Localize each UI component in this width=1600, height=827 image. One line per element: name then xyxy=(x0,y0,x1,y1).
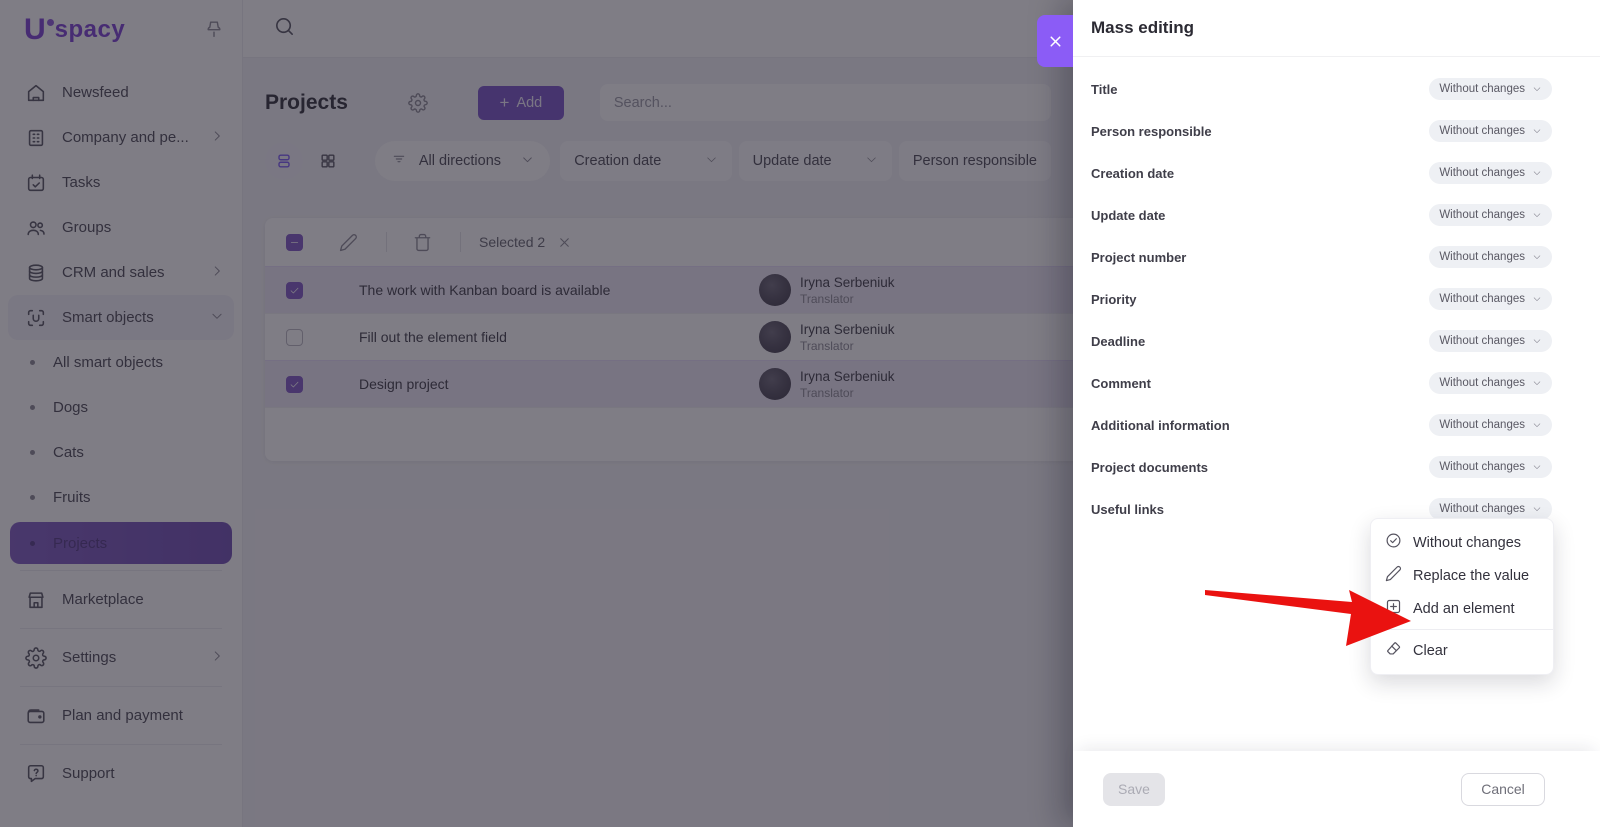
menu-item-label: Clear xyxy=(1413,643,1448,659)
field-row-project-number: Project number Without changes xyxy=(1091,236,1552,278)
menu-item-replace-the-value[interactable]: Replace the value xyxy=(1371,559,1553,592)
field-label: Deadline xyxy=(1091,334,1145,349)
field-label: Useful links xyxy=(1091,502,1164,517)
field-label: Project documents xyxy=(1091,460,1208,475)
field-row-project-documents: Project documents Without changes xyxy=(1091,446,1552,488)
divider xyxy=(1371,629,1553,630)
mass-editing-panel: Mass editing Title Without changes Perso… xyxy=(1073,0,1600,827)
panel-title: Mass editing xyxy=(1073,0,1600,57)
panel-footer: Save Cancel xyxy=(1073,751,1600,827)
field-row-person-responsible: Person responsible Without changes xyxy=(1091,110,1552,152)
chevron-down-icon xyxy=(1532,168,1542,178)
field-value-dropdown[interactable]: Without changes xyxy=(1429,414,1552,436)
chevron-down-icon xyxy=(1532,378,1542,388)
field-label: Priority xyxy=(1091,292,1137,307)
field-label: Creation date xyxy=(1091,166,1174,181)
field-row-priority: Priority Without changes xyxy=(1091,278,1552,320)
save-button[interactable]: Save xyxy=(1103,773,1165,806)
chevron-down-icon xyxy=(1532,462,1542,472)
check-circle-icon xyxy=(1385,532,1402,553)
modal-dim-overlay[interactable] xyxy=(0,0,1073,827)
app-root: U spacy Newsfeed Company and pe... Tasks xyxy=(0,0,1600,827)
field-label: Title xyxy=(1091,82,1118,97)
field-options-menu: Without changes Replace the value Add an… xyxy=(1370,518,1554,675)
field-row-creation-date: Creation date Without changes xyxy=(1091,152,1552,194)
field-value-dropdown[interactable]: Without changes xyxy=(1429,372,1552,394)
field-row-comment: Comment Without changes xyxy=(1091,362,1552,404)
menu-item-clear[interactable]: Clear xyxy=(1371,634,1553,667)
field-value-dropdown[interactable]: Without changes xyxy=(1429,162,1552,184)
chevron-down-icon xyxy=(1532,210,1542,220)
chevron-down-icon xyxy=(1532,420,1542,430)
field-label: Update date xyxy=(1091,208,1165,223)
field-row-update-date: Update date Without changes xyxy=(1091,194,1552,236)
pencil-icon xyxy=(1385,565,1402,586)
field-row-title: Title Without changes xyxy=(1091,68,1552,110)
chevron-down-icon xyxy=(1532,252,1542,262)
field-value-dropdown[interactable]: Without changes xyxy=(1429,78,1552,100)
field-value-dropdown[interactable]: Without changes xyxy=(1429,246,1552,268)
chevron-down-icon xyxy=(1532,336,1542,346)
field-value-dropdown[interactable]: Without changes xyxy=(1429,498,1552,520)
eraser-icon xyxy=(1385,640,1402,661)
field-label: Project number xyxy=(1091,250,1186,265)
chevron-down-icon xyxy=(1532,504,1542,514)
panel-fields: Title Without changes Person responsible… xyxy=(1073,57,1600,530)
plus-square-icon xyxy=(1385,598,1402,619)
field-value-dropdown[interactable]: Without changes xyxy=(1429,120,1552,142)
field-value-dropdown[interactable]: Without changes xyxy=(1429,204,1552,226)
field-row-deadline: Deadline Without changes xyxy=(1091,320,1552,362)
menu-item-label: Replace the value xyxy=(1413,568,1529,584)
field-value-dropdown[interactable]: Without changes xyxy=(1429,288,1552,310)
chevron-down-icon xyxy=(1532,294,1542,304)
menu-item-add-an-element[interactable]: Add an element xyxy=(1371,592,1553,625)
menu-item-label: Without changes xyxy=(1413,535,1521,551)
menu-item-without-changes[interactable]: Without changes xyxy=(1371,526,1553,559)
field-value-dropdown[interactable]: Without changes xyxy=(1429,330,1552,352)
field-label: Person responsible xyxy=(1091,124,1212,139)
field-label: Comment xyxy=(1091,376,1151,391)
menu-item-label: Add an element xyxy=(1413,601,1515,617)
field-label: Additional information xyxy=(1091,418,1230,433)
field-value-dropdown[interactable]: Without changes xyxy=(1429,456,1552,478)
cancel-button[interactable]: Cancel xyxy=(1461,773,1545,806)
chevron-down-icon xyxy=(1532,126,1542,136)
field-row-additional-information: Additional information Without changes xyxy=(1091,404,1552,446)
close-panel-button[interactable] xyxy=(1037,15,1073,67)
chevron-down-icon xyxy=(1532,84,1542,94)
